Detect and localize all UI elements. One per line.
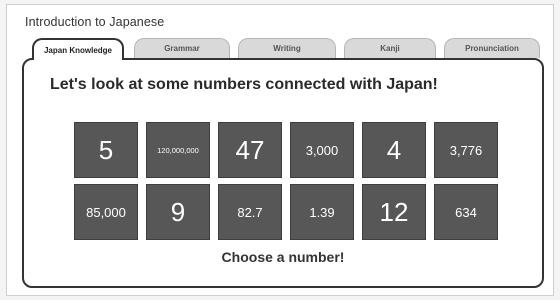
tab-pronunciation[interactable]: Pronunciation [444,38,540,58]
number-grid: 5 120,000,000 47 3,000 4 3,776 85,000 9 82.7 1.39… [74,122,498,240]
tab-bar: Japan Knowledge Grammar Writing Kanji Pr… [30,38,540,60]
number-tile[interactable]: 634 [434,184,498,240]
number-tile[interactable]: 3,000 [290,122,354,178]
window-title: Introduction to Japanese [25,15,165,29]
number-tile[interactable]: 4 [362,122,426,178]
tab-kanji[interactable]: Kanji [344,38,436,58]
number-tile[interactable]: 120,000,000 [146,122,210,178]
number-tile[interactable]: 5 [74,122,138,178]
number-tile[interactable]: 9 [146,184,210,240]
content-panel: Let's look at some numbers connected wit… [22,58,544,288]
number-tile[interactable]: 3,776 [434,122,498,178]
tab-writing[interactable]: Writing [238,38,336,58]
number-tile[interactable]: 82.7 [218,184,282,240]
number-tile[interactable]: 85,000 [74,184,138,240]
number-tile[interactable]: 47 [218,122,282,178]
choose-prompt: Choose a number! [221,249,345,265]
tab-japan-knowledge[interactable]: Japan Knowledge [32,38,124,60]
number-tile[interactable]: 12 [362,184,426,240]
number-tile[interactable]: 1.39 [290,184,354,240]
page-heading: Let's look at some numbers connected wit… [50,76,438,93]
tab-grammar[interactable]: Grammar [134,38,230,58]
